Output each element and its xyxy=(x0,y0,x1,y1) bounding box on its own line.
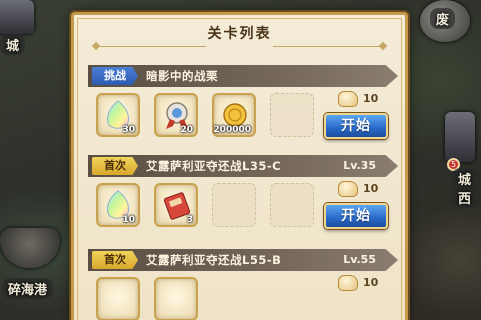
harbor-map-icon[interactable] xyxy=(0,228,60,268)
stamina-cost: 10 xyxy=(338,91,398,109)
reward-slot[interactable]: 10 xyxy=(96,183,140,227)
stage-banner[interactable]: 挑战 暗影中的战栗 xyxy=(88,65,398,87)
reward-slot[interactable] xyxy=(154,277,198,320)
first-clear-tag: 首次 xyxy=(92,157,138,175)
reward-slot[interactable]: 20 xyxy=(154,93,198,137)
stage-banner[interactable]: 首次 艾露萨利亚夺还战L55-B Lv.55 xyxy=(88,249,398,271)
reward-slot[interactable]: 30 xyxy=(96,93,140,137)
first-clear-tag: 首次 xyxy=(92,251,138,269)
bread-stamina-icon xyxy=(338,181,358,197)
stage-list-panel: 关卡列表 挑战 暗影中的战栗 30 20 200000 10 开始 首次 艾露萨… xyxy=(71,12,408,320)
stage-entry: 首次 艾露萨利亚夺还战L35-C Lv.35 10 3 10 开始 xyxy=(88,155,398,229)
stamina-cost: 10 xyxy=(338,181,398,199)
stage-entry: 挑战 暗影中的战栗 30 20 200000 10 开始 xyxy=(88,65,398,139)
bread-stamina-icon xyxy=(338,91,358,107)
empty-reward-slot xyxy=(270,93,314,137)
map-location-label[interactable]: 城西 xyxy=(452,168,481,208)
reward-count: 30 xyxy=(122,125,135,135)
stage-level: Lv.55 xyxy=(343,253,376,266)
reward-count: 3 xyxy=(186,215,193,225)
start-button[interactable]: 开始 xyxy=(324,113,388,139)
stage-level: Lv.35 xyxy=(343,159,376,172)
stamina-cost-value: 10 xyxy=(363,182,379,195)
stage-name: 暗影中的战栗 xyxy=(146,69,218,83)
map-location-label[interactable]: 废 xyxy=(430,8,456,29)
title-ornament xyxy=(378,41,388,51)
stamina-cost-value: 10 xyxy=(363,276,379,289)
stage-name: 艾露萨利亚夺还战L35-C xyxy=(146,159,282,173)
reward-slot[interactable] xyxy=(96,277,140,320)
stamina-cost: 10 xyxy=(338,275,398,293)
panel-title: 关卡列表 xyxy=(207,26,272,42)
title-divider xyxy=(96,46,206,47)
stage-entry: 首次 艾露萨利亚夺还战L55-B Lv.55 10 xyxy=(88,249,398,320)
stage-banner[interactable]: 首次 艾露萨利亚夺还战L35-C Lv.35 xyxy=(88,155,398,177)
reward-count: 20 xyxy=(180,125,193,135)
reward-slot[interactable]: 200000 xyxy=(212,93,256,137)
reward-count: 10 xyxy=(122,215,135,225)
stamina-cost-value: 10 xyxy=(363,92,379,105)
reward-count: 200000 xyxy=(213,125,251,135)
challenge-tag: 挑战 xyxy=(92,67,138,85)
castle-map-icon[interactable] xyxy=(0,0,34,34)
bread-stamina-icon xyxy=(338,275,358,291)
empty-reward-slot xyxy=(212,183,256,227)
reward-slot[interactable]: 3 xyxy=(154,183,198,227)
map-location-label[interactable]: 城 xyxy=(0,34,26,55)
west-city-map-icon[interactable] xyxy=(445,112,475,162)
title-ornament xyxy=(91,41,101,51)
title-divider xyxy=(273,46,383,47)
empty-reward-slot xyxy=(270,183,314,227)
start-button[interactable]: 开始 xyxy=(324,203,388,229)
map-location-label[interactable]: 碎海港 xyxy=(2,278,54,299)
stage-name: 艾露萨利亚夺还战L55-B xyxy=(146,253,282,267)
